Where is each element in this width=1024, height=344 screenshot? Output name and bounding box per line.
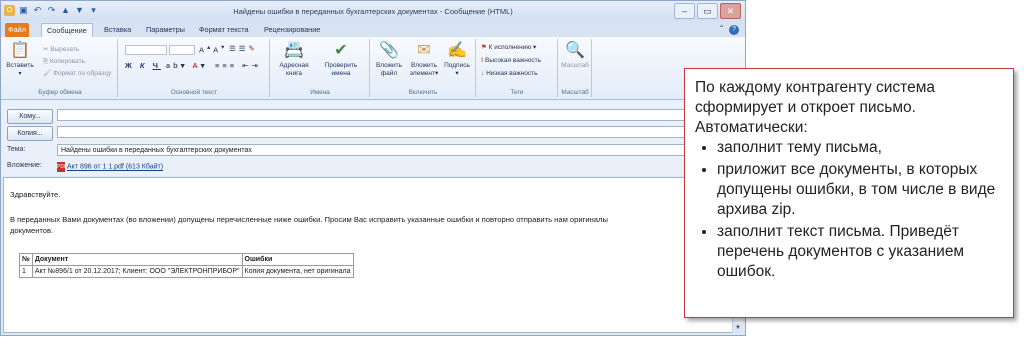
subject-field[interactable]: Найдены ошибки в переданных бухгалтерски…: [57, 144, 737, 156]
help-icon[interactable]: ?: [729, 25, 739, 35]
table-header-cell: Документ: [31, 253, 243, 266]
check-names-icon: ✔: [334, 42, 348, 59]
tab-review[interactable]: Рецензирование: [259, 23, 325, 37]
address-book-icon: 📇: [284, 42, 304, 59]
callout-list: заполнит тему письма, приложит все докум…: [695, 138, 1001, 282]
exclamation-icon: !: [481, 57, 484, 64]
close-icon[interactable]: ✕: [720, 3, 741, 19]
group-tags: ⚑ К исполнению ▾ ! Высокая важность ↓ Ни…: [477, 39, 558, 97]
address-book-button[interactable]: 📇 Адресная книга: [274, 41, 314, 78]
minimize-icon[interactable]: –: [674, 3, 695, 19]
zoom-button[interactable]: 🔍 Масштаб: [560, 41, 590, 70]
table-cell: 1: [19, 265, 33, 278]
envelope-icon: ✉: [417, 42, 431, 59]
paperclip-icon: 📎: [379, 42, 399, 59]
callout-item: заполнит текст письма. Приведёт перечень…: [717, 222, 1001, 282]
cc-button[interactable]: Копия...: [7, 126, 53, 141]
attach-item-button[interactable]: ✉ Вложить элемент▾: [407, 41, 441, 78]
errors-table: № Документ Ошибки 1 Акт №896/1 от 20.12.…: [19, 253, 354, 278]
callout-item: заполнит тему письма,: [717, 138, 1001, 158]
format-buttons[interactable]: Ж К Ч ab▾ A▾: [125, 61, 208, 70]
font-name-select[interactable]: [125, 45, 167, 55]
email-compose-window: O ▣ ↶ ↷ ▲ ▼ ▾ Найдены ошибки в переданны…: [0, 0, 746, 336]
annotation-callout: По каждому контрагенту система сформируе…: [684, 68, 1014, 318]
paste-icon: 📋: [10, 42, 30, 59]
callout-item: приложит все документы, в которых допуще…: [717, 160, 1001, 220]
table-cell: Копия документа, нет оригинала: [241, 265, 354, 278]
check-names-button[interactable]: ✔ Проверить имена: [319, 41, 363, 78]
greeting-text: Здравствуйте.: [10, 190, 61, 199]
subject-label: Тема:: [7, 146, 26, 153]
signature-icon: ✍: [447, 42, 467, 59]
window-title: Найдены ошибки в переданных бухгалтерски…: [233, 7, 513, 16]
font-size-select[interactable]: [169, 45, 195, 55]
tab-file[interactable]: Файл: [5, 23, 29, 37]
tab-options[interactable]: Параметры: [141, 23, 190, 37]
group-include: 📎 Вложить файл ✉ Вложить элемент▾ ✍ Подпис…: [371, 39, 476, 97]
message-body[interactable]: Здравствуйте. В переданных Вами документ…: [3, 177, 733, 333]
copy-button[interactable]: ⎘ Копировать: [43, 57, 85, 66]
tab-message[interactable]: Сообщение: [41, 23, 93, 38]
paste-button[interactable]: 📋 Вставить ▾: [6, 41, 34, 78]
table-cell: Акт №896/1 от 20.12.2017; Клиент: ООО "Э…: [31, 265, 243, 278]
group-names: 📇 Адресная книга ✔ Проверить имена Имена: [271, 39, 370, 97]
brush-icon: 🖌: [43, 70, 52, 77]
ribbon: 📋 Вставить ▾ ✂ Вырезать ⎘ Копировать 🖌 Фо…: [1, 37, 745, 100]
attachment-label: Вложение:: [7, 162, 42, 169]
callout-intro: По каждому контрагенту система сформируе…: [695, 79, 936, 136]
list-buttons[interactable]: ☰☰✎: [229, 44, 258, 53]
font-size-buttons[interactable]: A▴A▾: [199, 44, 227, 55]
scroll-down-icon[interactable]: ▼: [733, 324, 743, 333]
title-bar: O ▣ ↶ ↷ ▲ ▼ ▾ Найдены ошибки в переданны…: [1, 1, 745, 21]
ribbon-controls: ⌃?: [718, 24, 739, 35]
group-label-tags: Теги: [510, 89, 524, 96]
maximize-icon[interactable]: ▭: [697, 3, 718, 19]
group-label-include: Включить: [408, 89, 438, 96]
attachment-item[interactable]: PDFАкт 896 от 1 1.pdf (613 Кбайт): [57, 162, 163, 172]
table-row: 1 Акт №896/1 от 20.12.2017; Клиент: ООО …: [19, 265, 354, 278]
to-button[interactable]: Кому...: [7, 109, 53, 124]
body-text-line1: В переданных Вами документах (во вложени…: [10, 215, 608, 224]
group-label-names: Имена: [310, 89, 330, 96]
format-painter-button[interactable]: 🖌 Формат по образцу: [43, 69, 111, 78]
align-buttons[interactable]: ≡≡≡ ⇤⇥: [215, 61, 261, 70]
cc-field[interactable]: [57, 126, 737, 138]
message-header: Кому... Копия... Тема: Найдены ошибки в …: [1, 100, 745, 176]
cut-button[interactable]: ✂ Вырезать: [43, 45, 79, 54]
high-importance-button[interactable]: ! Высокая важность: [481, 56, 541, 65]
tab-format-text[interactable]: Формат текста: [194, 23, 254, 37]
group-label-zoom: Масштаб: [561, 89, 589, 96]
scissors-icon: ✂: [43, 46, 49, 53]
group-label-basic-text: Основной текст: [170, 89, 218, 96]
ribbon-tabs: Файл Сообщение Вставка Параметры Формат …: [1, 21, 745, 38]
window-controls: – ▭ ✕: [674, 3, 741, 19]
collapse-ribbon-icon[interactable]: ⌃: [718, 24, 725, 33]
tab-insert[interactable]: Вставка: [99, 23, 136, 37]
magnifier-icon: 🔍: [565, 42, 585, 59]
attach-file-button[interactable]: 📎 Вложить файл: [373, 41, 405, 78]
table-header-row: № Документ Ошибки: [19, 253, 354, 266]
followup-button[interactable]: ⚑ К исполнению ▾: [481, 43, 536, 52]
low-importance-button[interactable]: ↓ Низкая важность: [481, 69, 537, 78]
table-header-cell: Ошибки: [241, 253, 354, 266]
down-arrow-icon: ↓: [481, 70, 485, 77]
table-header-cell: №: [19, 253, 33, 266]
flag-icon: ⚑: [481, 44, 487, 51]
copy-icon: ⎘: [43, 58, 49, 65]
group-label-clipboard: Буфер обмена: [38, 89, 82, 96]
body-text-line2: документов.: [10, 226, 54, 235]
group-basic-text: A▴A▾ ☰☰✎ Ж К Ч ab▾ A▾ ≡≡≡ ⇤⇥ Основной те…: [119, 39, 270, 97]
signature-button[interactable]: ✍ Подпись ▾: [441, 41, 473, 78]
group-clipboard: 📋 Вставить ▾ ✂ Вырезать ⎘ Копировать 🖌 Фо…: [3, 39, 118, 97]
to-field[interactable]: [57, 109, 737, 121]
group-zoom: 🔍 Масштаб Масштаб: [559, 39, 592, 97]
pdf-icon: PDF: [57, 162, 67, 172]
